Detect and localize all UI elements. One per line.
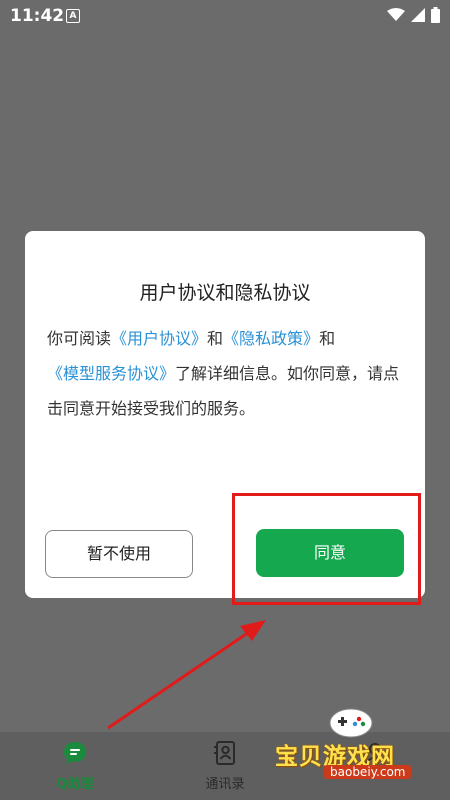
watermark-url: baobeiy.com [324,765,412,779]
gamepad-icon [329,708,373,738]
watermark: 宝贝游戏网 baobeiy.com [275,705,450,785]
annotation-arrow [107,620,266,730]
